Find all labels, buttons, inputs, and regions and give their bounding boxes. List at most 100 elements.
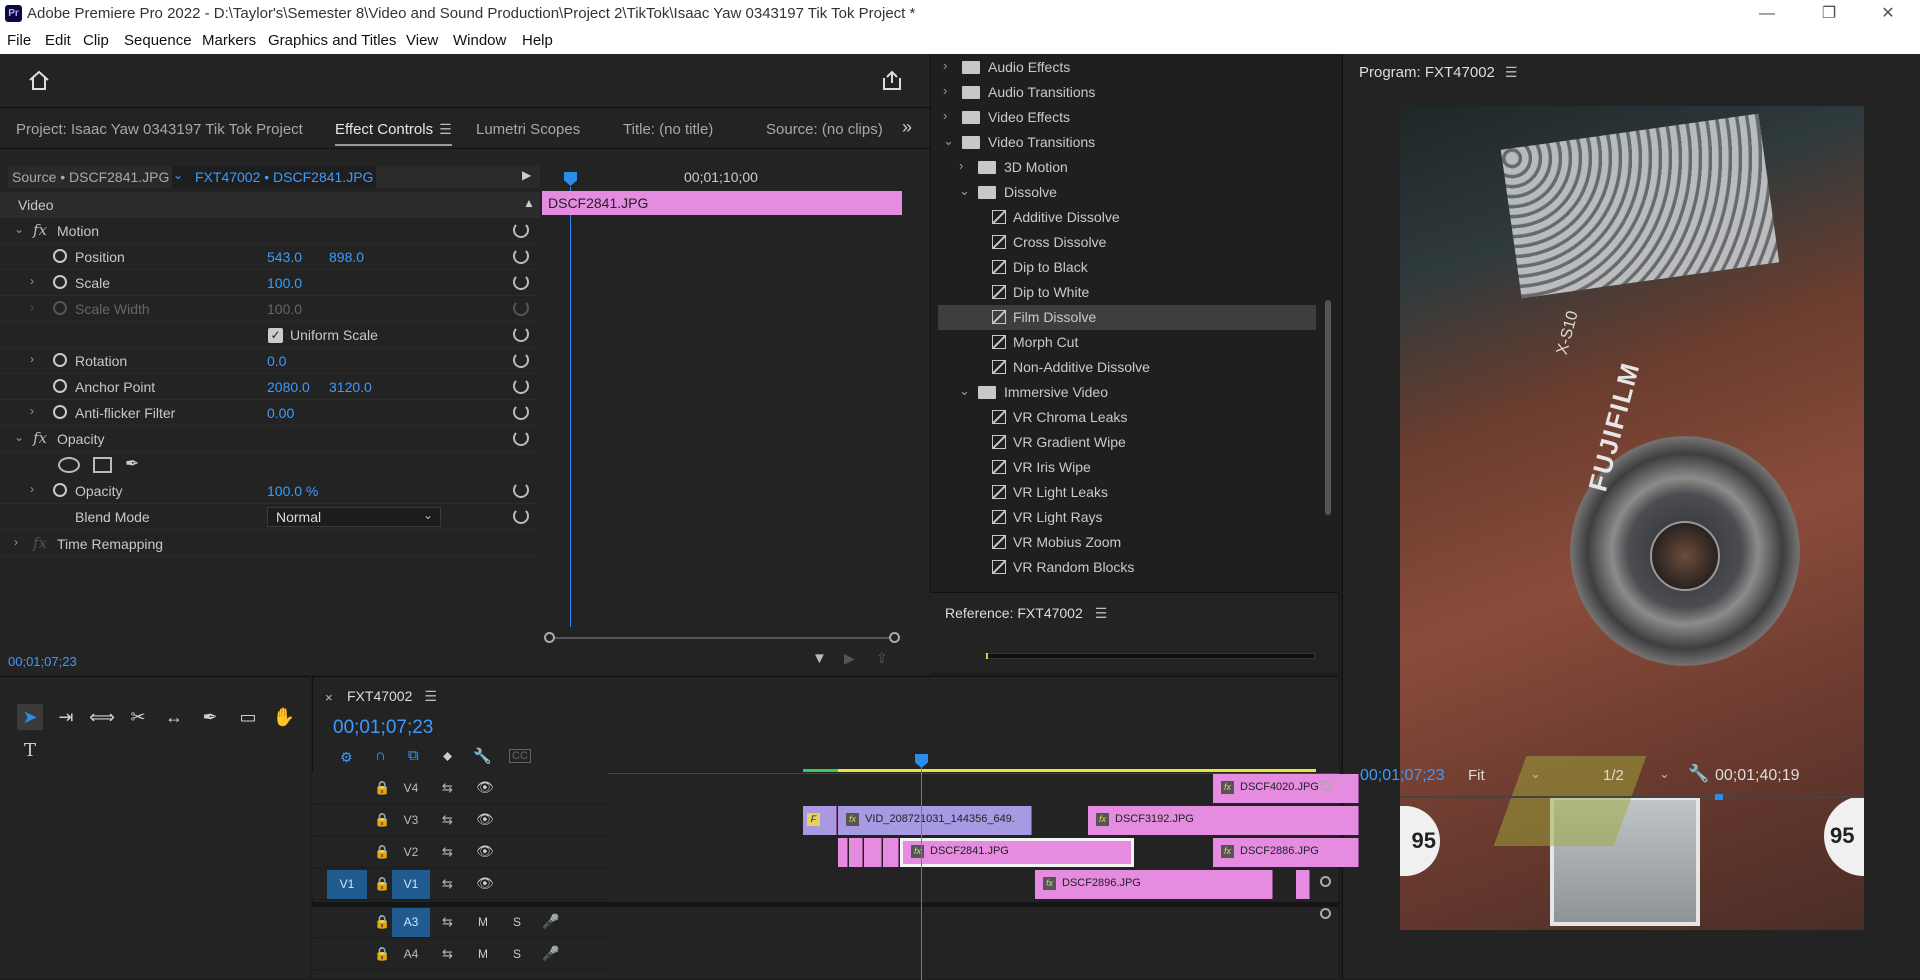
sync-lock-icon[interactable]: ⇆ [442, 812, 453, 828]
home-icon[interactable] [28, 70, 50, 90]
reference-title[interactable]: Reference: FXT47002 ☰ [945, 605, 1107, 622]
anchor-x-value[interactable]: 2080.0 [267, 379, 310, 395]
position-y-value[interactable]: 898.0 [329, 249, 364, 265]
clip-v3-small[interactable]: F [803, 806, 837, 835]
collapse-caret-icon[interactable]: ⌄ [959, 383, 970, 399]
rectangle-tool-icon[interactable]: ▭ [235, 704, 261, 730]
lock-icon[interactable]: 🔒 [374, 780, 390, 796]
zoom-scrollbar[interactable] [546, 637, 896, 639]
reset-icon[interactable] [513, 508, 529, 524]
reset-icon[interactable] [513, 430, 529, 446]
expand-caret-icon[interactable]: › [943, 58, 947, 73]
tab-source[interactable]: Source: (no clips) [766, 121, 883, 138]
reset-icon[interactable] [513, 378, 529, 394]
effects-tree-item[interactable]: VR Light Leaks [938, 480, 1316, 505]
ripple-edit-tool-icon[interactable]: ⟺ [89, 704, 115, 730]
reset-icon[interactable] [513, 482, 529, 498]
effects-tree-item[interactable]: ⌄ Dissolve [938, 180, 1316, 205]
reset-icon[interactable] [513, 274, 529, 290]
clip-v2-segment[interactable] [838, 838, 848, 867]
selection-tool-icon[interactable]: ➤ [17, 704, 43, 730]
timeline-settings-icon[interactable]: 🔧 [473, 747, 492, 765]
track-name[interactable]: V2 [392, 838, 430, 867]
effects-tree-item[interactable]: › Audio Transitions [938, 80, 1316, 105]
tab-project[interactable]: Project: Isaac Yaw 0343197 Tik Tok Proje… [16, 121, 303, 138]
reset-icon[interactable] [513, 352, 529, 368]
menu-sequence[interactable]: Sequence [124, 32, 192, 49]
timeline-ruler[interactable] [607, 762, 1339, 774]
fx-badge-icon[interactable]: fx [33, 221, 47, 239]
ellipse-mask-icon[interactable] [58, 457, 80, 473]
clip-v2-segment[interactable] [883, 838, 899, 867]
effects-tree-item[interactable]: Morph Cut [938, 330, 1316, 355]
effects-scrollbar[interactable] [1325, 300, 1331, 515]
source-clip-label[interactable]: Source • DSCF2841.JPG [12, 169, 169, 185]
effects-tree-item[interactable]: › Video Effects [938, 105, 1316, 130]
menu-view[interactable]: View [406, 32, 438, 49]
menu-edit[interactable]: Edit [45, 32, 71, 49]
program-scrubber[interactable] [1400, 796, 1864, 798]
anchor-y-value[interactable]: 3120.0 [329, 379, 372, 395]
pen-tool-icon[interactable]: ✒ [197, 704, 223, 730]
menu-markers[interactable]: Markers [202, 32, 256, 49]
menu-clip[interactable]: Clip [83, 32, 109, 49]
scale-value[interactable]: 100.0 [267, 275, 302, 291]
panel-menu-icon[interactable]: ☰ [439, 121, 452, 137]
program-playhead[interactable] [1715, 794, 1723, 800]
more-tabs-icon[interactable]: » [902, 117, 912, 138]
restore-button[interactable]: ❐ [1806, 0, 1852, 28]
menu-window[interactable]: Window [453, 32, 506, 49]
timeline-timecode[interactable]: 00;01;07;23 [333, 717, 433, 739]
effects-tree-item[interactable]: VR Light Rays [938, 505, 1316, 530]
stopwatch-icon[interactable] [53, 379, 67, 393]
share-icon[interactable] [881, 69, 903, 91]
track-select-tool-icon[interactable]: ⇥ [53, 704, 79, 730]
expand-caret-icon[interactable]: › [943, 83, 947, 98]
blend-mode-dropdown[interactable]: Normal ⌄ [267, 507, 441, 527]
wrench-icon[interactable]: 🔧 [1688, 764, 1709, 784]
uniform-scale-checkbox[interactable]: ✓ [268, 328, 283, 343]
play-icon[interactable]: ▶ [522, 168, 531, 182]
effects-tree-item[interactable]: Film Dissolve [938, 305, 1316, 330]
stopwatch-icon[interactable] [53, 483, 67, 497]
lock-icon[interactable]: 🔒 [374, 812, 390, 828]
menu-graphics-and-titles[interactable]: Graphics and Titles [268, 32, 396, 49]
effects-tree-item[interactable]: Dip to Black [938, 255, 1316, 280]
effects-tree-item[interactable]: VR Chroma Leaks [938, 405, 1316, 430]
minimize-button[interactable]: — [1744, 0, 1790, 28]
sync-lock-icon[interactable]: ⇆ [442, 780, 453, 796]
rectangle-mask-icon[interactable] [93, 457, 112, 473]
eye-icon[interactable]: 👁 [476, 779, 494, 796]
clip-v4-dscf4020[interactable]: fx DSCF4020.JPG [1213, 774, 1359, 803]
lock-icon[interactable]: 🔒 [374, 844, 390, 860]
eye-icon[interactable]: 👁 [476, 843, 494, 860]
effects-tree-item[interactable]: VR Random Blocks [938, 555, 1316, 580]
microphone-icon[interactable]: 🎤 [542, 945, 559, 962]
tab-lumetri-scopes[interactable]: Lumetri Scopes [476, 121, 580, 138]
tab-title[interactable]: Title: (no title) [623, 121, 713, 138]
effect-timeline-ruler[interactable]: 00;01;10;00 [542, 166, 902, 188]
reset-icon[interactable] [513, 326, 529, 342]
position-x-value[interactable]: 543.0 [267, 249, 302, 265]
hand-tool-icon[interactable]: ✋ [271, 704, 297, 730]
effects-tree-item[interactable]: Dip to White [938, 280, 1316, 305]
panel-menu-icon[interactable]: ☰ [424, 688, 437, 704]
anti-flicker-value[interactable]: 0.00 [267, 405, 294, 421]
effects-tree-item[interactable]: ⌄ Video Transitions [938, 130, 1316, 155]
scroll-up-icon[interactable]: ▲ [523, 196, 535, 210]
mute-button[interactable]: M [478, 947, 488, 961]
linked-selection-icon[interactable]: ⧉ [408, 747, 419, 764]
current-time-readout[interactable]: 00;01;07;23 [8, 654, 77, 669]
razor-tool-icon[interactable]: ✂ [125, 704, 151, 730]
clip-v2-segment[interactable] [864, 838, 882, 867]
clip-v2-segment[interactable] [849, 838, 863, 867]
effects-tree-item[interactable]: ⌄ Immersive Video [938, 380, 1316, 405]
reset-icon[interactable] [513, 248, 529, 264]
expand-caret-icon[interactable]: › [30, 274, 34, 288]
zoom-handle-left[interactable] [544, 632, 555, 643]
stopwatch-icon[interactable] [53, 353, 67, 367]
lock-icon[interactable]: 🔒 [374, 914, 390, 930]
clip-v1-dscf2896[interactable]: fx DSCF2896.JPG [1035, 870, 1273, 899]
effect-clip-bar[interactable]: DSCF2841.JPG [542, 191, 902, 215]
effects-tree-item[interactable]: VR Gradient Wipe [938, 430, 1316, 455]
